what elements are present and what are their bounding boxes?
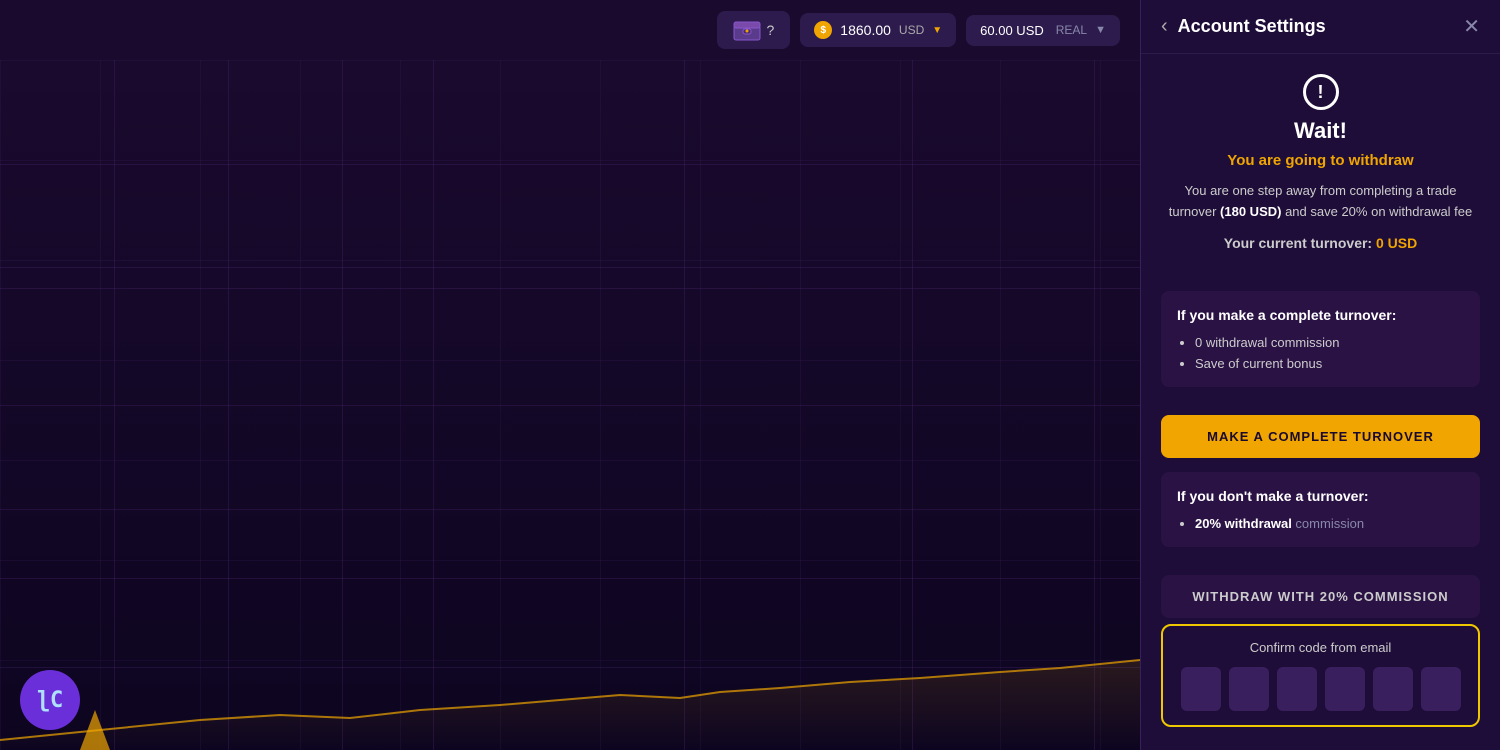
turnover-value: 0 USD: [1376, 235, 1417, 251]
account-amount: 60.00 USD: [980, 23, 1044, 38]
withdraw-desc: You are one step away from completing a …: [1161, 181, 1480, 223]
back-arrow-icon: ‹: [1161, 15, 1168, 38]
no-turnover-box: If you don't make a turnover: 20% withdr…: [1161, 472, 1480, 547]
turnover-label: Your current turnover: 0 USD: [1224, 235, 1417, 251]
code-input-6[interactable]: [1421, 667, 1461, 711]
wait-title: Wait!: [1294, 118, 1347, 144]
spike-decoration: [80, 710, 110, 750]
complete-box-title: If you make a complete turnover:: [1177, 307, 1464, 323]
account-type: REAL: [1056, 23, 1087, 37]
email-confirm-title: Confirm code from email: [1177, 640, 1464, 655]
account-selector[interactable]: 60.00 USD REAL ▼: [966, 15, 1120, 46]
no-turnover-title: If you don't make a turnover:: [1177, 488, 1464, 504]
withdraw-desc-post: and save 20% on withdrawal fee: [1281, 204, 1472, 219]
panel-header: ‹ Account Settings ✕: [1141, 0, 1500, 54]
chest-icon: [733, 19, 761, 41]
panel-content: Wait! You are going to withdraw You are …: [1141, 54, 1500, 750]
balance-icon: $: [814, 21, 832, 39]
balance-dropdown-arrow: ▼: [932, 25, 942, 36]
game-canvas: [0, 60, 1140, 750]
chart-svg: [0, 600, 1140, 750]
bullet-item-2: Save of current bonus: [1195, 356, 1464, 371]
balance-currency: USD: [899, 23, 924, 37]
top-bar: ? $ 1860.00 USD ▼ 60.00 USD REAL ▼: [0, 0, 1140, 60]
panel-title: Account Settings: [1178, 16, 1326, 37]
logo-text: ɭC: [37, 688, 64, 713]
bullet-item-1: 0 withdrawal commission: [1195, 335, 1464, 350]
code-input-4[interactable]: [1325, 667, 1365, 711]
logo-button[interactable]: ɭC: [20, 670, 80, 730]
commission-button[interactable]: WITHDRAW WITH 20% COMMISSION: [1161, 575, 1480, 618]
commission-rest: commission: [1292, 516, 1364, 531]
no-turnover-bullets: 20% withdrawal commission: [1177, 516, 1464, 531]
code-input-3[interactable]: [1277, 667, 1317, 711]
balance-amount: 1860.00: [840, 22, 891, 38]
game-area: ? $ 1860.00 USD ▼ 60.00 USD REAL ▼: [0, 0, 1140, 750]
close-icon: ✕: [1463, 14, 1480, 39]
account-dropdown-arrow: ▼: [1095, 24, 1106, 36]
code-input-2[interactable]: [1229, 667, 1269, 711]
back-button[interactable]: ‹: [1161, 15, 1168, 38]
wait-icon: [1303, 74, 1339, 110]
withdraw-desc-amount: (180 USD): [1220, 204, 1281, 219]
code-input-5[interactable]: [1373, 667, 1413, 711]
withdraw-label: You are going to withdraw: [1227, 152, 1413, 169]
chest-button[interactable]: ?: [717, 11, 791, 49]
commission-bold: 20% withdrawal: [1195, 516, 1292, 531]
commission-bullet: 20% withdrawal commission: [1195, 516, 1464, 531]
email-confirm-section: Confirm code from email: [1161, 624, 1480, 727]
code-input-1[interactable]: [1181, 667, 1221, 711]
complete-turnover-box: If you make a complete turnover: 0 withd…: [1161, 291, 1480, 387]
account-settings-panel: ‹ Account Settings ✕ Wait! You are going…: [1140, 0, 1500, 750]
chest-question: ?: [767, 22, 775, 38]
close-button[interactable]: ✕: [1463, 14, 1480, 39]
wait-section: Wait! You are going to withdraw You are …: [1161, 74, 1480, 271]
code-inputs-row: [1177, 667, 1464, 711]
panel-header-left: ‹ Account Settings: [1161, 15, 1326, 38]
balance-button[interactable]: $ 1860.00 USD ▼: [800, 13, 956, 47]
complete-turnover-button[interactable]: MAKE A COMPLETE TURNOVER: [1161, 415, 1480, 458]
complete-bullets-list: 0 withdrawal commission Save of current …: [1177, 335, 1464, 371]
